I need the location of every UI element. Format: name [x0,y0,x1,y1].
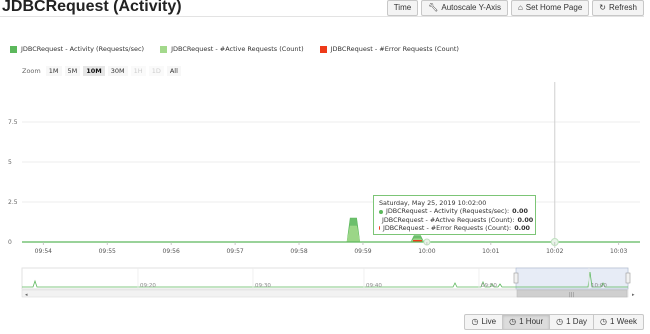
time-button[interactable]: Time [386,0,419,16]
zoom-5m-button[interactable]: 5M [64,66,81,76]
time-button-label: Time [393,3,412,12]
navigator-handle [513,272,519,284]
zoom-all-button[interactable]: All [166,66,181,76]
navigator-tick-label: 09:30 [255,283,271,289]
home-icon: ⌂ [517,3,523,12]
scroll-left-arrow: ◂ [25,292,28,298]
refresh-icon: ↻ [599,3,606,12]
navigator-tick-label: 09:50 [481,283,497,289]
error-marker [413,240,423,242]
wrench-icon: 🔧︎ [428,3,439,12]
clock-icon: ◷ [471,317,479,326]
x-tick-label: 09:59 [354,248,371,255]
x-tick-label: 09:56 [163,248,180,255]
zoom-30m-button[interactable]: 30M [107,66,128,76]
x-tick-label: 10:00 [418,248,435,255]
legend-item-active-requests[interactable]: JDBCRequest - #Active Requests (Count) [160,45,304,53]
legend-item-error-requests[interactable]: JDBCRequest - #Error Requests (Count) [319,45,459,53]
chart-legend: JDBCRequest - Activity (Requests/sec) JD… [10,45,459,53]
tooltip-value: 0.00 [517,215,534,224]
tooltip-row: JDBCRequest - #Active Requests (Count): … [379,215,534,224]
range-1-day-button[interactable]: ◷ 1 Day [549,314,595,330]
refresh-button[interactable]: ↻ Refresh [592,0,644,16]
navigator-selection [515,267,629,290]
page-title: JDBCRequest (Activity) [2,0,182,15]
range-1-week-button[interactable]: ◷ 1 Week [593,314,644,330]
legend-swatch [10,45,17,53]
range-label: 1 Day [566,317,588,326]
navigator-scrollbar [21,289,629,298]
x-axis: 09:54 09:55 09:56 09:57 09:58 09:59 10:00 10:01… [35,242,628,255]
tooltip-label: JDBCRequest - #Active Requests (Count): [382,215,515,224]
tooltip-dot [379,209,383,214]
tooltip-value: 0.00 [514,224,530,233]
hover-point [423,238,431,246]
navigator: 09:20 09:30 09:40 09:50 10:00 ◂ ▸ ||| [21,267,635,298]
navigator-tick-label: 09:20 [140,283,156,289]
legend-swatch [319,45,327,53]
chart-tooltip: Saturday, May 25, 2019 10:02:00 JDBCRequ… [373,195,536,235]
x-tick-label: 10:02 [546,248,563,255]
tooltip-row: JDBCRequest - Activity (Requests/sec): 0… [379,207,530,215]
y-tick-label: 0 [8,239,12,246]
navigator-scrollbar-thumb [516,289,628,298]
x-tick-label: 09:55 [99,248,116,255]
clock-icon: ◷ [509,317,517,326]
y-tick-label: 7.5 [8,119,18,126]
tooltip-label: JDBCRequest - Activity (Requests/sec): [386,207,510,216]
title-divider [0,16,644,17]
legend-label: JDBCRequest - #Error Requests (Count) [330,45,459,53]
range-label: 1 Week [610,317,637,326]
chart-grid: 0 2.5 5 7.5 [8,119,640,246]
range-1-hour-button[interactable]: ◷ 1 Hour [502,314,551,330]
zoom-1h-button: 1H [130,66,146,76]
zoom-1m-button[interactable]: 1M [45,66,62,76]
legend-label: JDBCRequest - Activity (Requests/sec) [21,45,145,53]
scroll-right-arrow: ▸ [632,292,635,298]
x-tick-label: 10:01 [482,248,499,255]
chart-series [22,82,640,248]
set-home-page-button[interactable]: ⌂ Set Home Page [510,0,590,16]
navigator-frame [21,267,629,290]
x-tick-label: 09:57 [226,248,243,255]
zoom-10m-button[interactable]: 10M [83,66,105,76]
tooltip-value: 0.00 [512,207,528,216]
clock-icon: ◷ [556,317,564,326]
tooltip-header: Saturday, May 25, 2019 10:02:00 [379,199,487,207]
legend-swatch [160,45,168,53]
crosshair-point [550,238,559,246]
tooltip-row: JDBCRequest - #Error Requests (Count): 0… [379,224,530,232]
clock-icon: ◷ [600,317,608,326]
toolbar: Time 🔧︎ Autoscale Y-Axis ⌂ Set Home Page… [386,0,644,16]
legend-item-activity[interactable]: JDBCRequest - Activity (Requests/sec) [10,45,144,53]
navigator-tick-label: 10:00 [591,283,607,289]
zoom-label: Zoom [22,67,41,75]
navigator-tick-label: 09:40 [366,283,382,289]
time-range-buttons: ◷ Live ◷ 1 Hour ◷ 1 Day ◷ 1 Week [464,314,644,330]
tooltip-label: JDBCRequest - #Error Requests (Count): [382,224,512,233]
range-label: 1 Hour [519,317,544,326]
y-tick-label: 5 [8,159,12,166]
set-home-page-label: Set Home Page [525,3,583,12]
autoscale-y-axis-button[interactable]: 🔧︎ Autoscale Y-Axis [421,0,508,16]
tooltip-dot [379,226,380,231]
navigator-handle [625,272,631,284]
range-live-button[interactable]: ◷ Live [464,314,504,330]
range-label: Live [481,317,497,326]
y-tick-label: 2.5 [8,199,18,206]
x-tick-label: 10:03 [610,248,627,255]
refresh-button-label: Refresh [608,3,637,12]
zoom-1d-button: 1D [148,66,164,76]
zoom-selector: Zoom 1M 5M 10M 30M 1H 1D All [22,66,181,76]
x-tick-label: 09:54 [35,248,52,255]
x-tick-label: 09:58 [290,248,307,255]
scrollbar-grip: ||| [569,292,574,298]
navigator-series [22,271,628,288]
autoscale-button-label: Autoscale Y-Axis [441,3,501,12]
legend-label: JDBCRequest - #Active Requests (Count) [171,45,304,53]
